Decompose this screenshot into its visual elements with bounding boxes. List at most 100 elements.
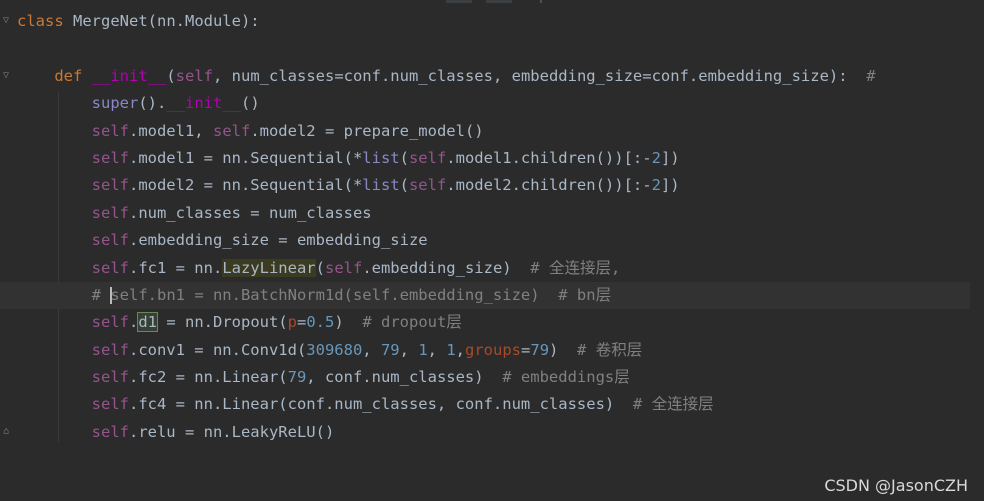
- code-token: ,: [455, 340, 466, 359]
- code-token: self: [91, 422, 129, 441]
- code-line[interactable]: self.model2 = nn.Sequential(*list(self.m…: [0, 172, 984, 199]
- code-token: #: [91, 285, 111, 304]
- code-line[interactable]: ▽ class MergeNet(nn.Module):: [0, 8, 984, 35]
- code-line[interactable]: # self.bn1 = nn.BatchNorm1d(self.embeddi…: [0, 281, 984, 310]
- code-line[interactable]: self.model1 = nn.Sequential(*list(self.m…: [0, 145, 984, 172]
- code-token: list: [362, 148, 400, 167]
- code-line[interactable]: self.fc1 = nn.LazyLinear(self.embedding_…: [0, 255, 984, 282]
- code-text: self.fc2 = nn.Linear(79, conf.num_classe…: [17, 364, 630, 391]
- code-text: self.num_classes = num_classes: [17, 200, 372, 227]
- code-token: 0.5: [306, 313, 335, 332]
- code-token: # 全连接层: [632, 395, 714, 414]
- fold-toggle-icon[interactable]: ▽: [3, 16, 12, 26]
- code-token: # 全连接层,: [530, 258, 621, 277]
- code-token: 79: [380, 340, 400, 359]
- code-token: self: [175, 66, 213, 85]
- code-token: self: [91, 176, 129, 195]
- code-token: self: [91, 231, 129, 250]
- code-text: self.model1 = nn.Sequential(*list(self.m…: [17, 145, 680, 172]
- code-text: class MergeNet(nn.Module):: [17, 8, 260, 35]
- code-token: (: [166, 66, 176, 85]
- code-token: .conv1 = nn.Conv1d(: [128, 340, 307, 359]
- code-token: self: [91, 121, 129, 140]
- vertical-scrollbar[interactable]: [970, 8, 984, 501]
- code-line[interactable]: [0, 35, 984, 62]
- code-line[interactable]: self.fc2 = nn.Linear(79, conf.num_classe…: [0, 364, 984, 391]
- code-token: # embeddings层: [502, 368, 630, 387]
- code-token: .fc4 = nn.Linear(conf.num_classes, conf.…: [128, 395, 633, 414]
- code-token: # 卷积层: [577, 340, 643, 359]
- code-token: self: [91, 313, 129, 332]
- code-line[interactable]: ⌂ self.relu = nn.LeakyReLU(): [0, 419, 984, 446]
- code-token: def: [54, 66, 83, 85]
- code-line[interactable]: self.d1 = nn.Dropout(p=0.5) # dropout层: [0, 309, 984, 336]
- tab-divider: [540, 0, 542, 3]
- code-token: =: [297, 313, 307, 332]
- code-token: self: [91, 340, 129, 359]
- code-token: =: [521, 340, 531, 359]
- code-token: .fc1 = nn.: [128, 258, 223, 277]
- code-token: __init__: [166, 94, 241, 113]
- code-line[interactable]: self.fc4 = nn.Linear(conf.num_classes, c…: [0, 391, 984, 418]
- code-text: self.d1 = nn.Dropout(p=0.5) # dropout层: [17, 309, 462, 336]
- code-token: , conf.num_classes): [306, 368, 503, 387]
- code-token: ]): [660, 176, 680, 195]
- code-token: ): [334, 313, 363, 332]
- code-token: .model2 = prepare_model(): [250, 121, 484, 140]
- fold-toggle-icon[interactable]: ▽: [3, 70, 12, 81]
- tab-edge[interactable]: [446, 0, 472, 3]
- code-token: ]): [660, 148, 680, 167]
- code-editor[interactable]: ▽ class MergeNet(nn.Module): ▽ def __init_…: [0, 8, 984, 446]
- code-text: self.fc4 = nn.Linear(conf.num_classes, c…: [17, 391, 714, 418]
- code-line[interactable]: self.embedding_size = embedding_size: [0, 227, 984, 254]
- code-token: self: [91, 395, 129, 414]
- code-text: self.relu = nn.LeakyReLU(): [17, 419, 335, 446]
- code-line[interactable]: self.num_classes = num_classes: [0, 200, 984, 227]
- code-line[interactable]: super().__init__(): [0, 90, 984, 117]
- code-token: ,: [362, 340, 381, 359]
- code-token: p: [287, 313, 297, 332]
- code-token: self: [212, 121, 251, 140]
- code-token: groups: [465, 340, 522, 359]
- watermark-label: CSDN @JasonCZH: [824, 476, 968, 495]
- code-text: self.model2 = nn.Sequential(*list(self.m…: [17, 172, 680, 199]
- code-token: .model1,: [128, 121, 213, 140]
- code-token: .model1 = nn.Sequential(*: [128, 148, 363, 167]
- tab-edge[interactable]: [486, 0, 512, 3]
- code-token: MergeNet(nn.Module):: [63, 12, 260, 30]
- code-text: self.model1, self.model2 = prepare_model…: [17, 118, 484, 145]
- code-token: # dropout层: [362, 313, 462, 332]
- code-line[interactable]: self.model1, self.model2 = prepare_model…: [0, 118, 984, 145]
- code-token: 2: [651, 176, 661, 195]
- code-token: 2: [651, 148, 661, 167]
- code-token: list: [362, 176, 400, 195]
- code-text: self.embedding_size = embedding_size: [17, 227, 428, 254]
- code-text: # self.bn1 = nn.BatchNorm1d(self.embeddi…: [17, 282, 611, 309]
- code-text: def __init__(self, num_classes=conf.num_…: [17, 63, 876, 90]
- code-token: .model2 = nn.Sequential(*: [128, 176, 363, 195]
- code-token: #: [866, 66, 876, 85]
- code-token: LazyLinear: [222, 258, 316, 277]
- code-line[interactable]: self.conv1 = nn.Conv1d(309680, 79, 1, 1,…: [0, 337, 984, 364]
- code-token: self: [408, 148, 447, 167]
- code-line[interactable]: ▽ def __init__(self, num_classes=conf.nu…: [0, 63, 984, 90]
- code-token: ,: [399, 340, 419, 359]
- code-token: self: [91, 203, 129, 222]
- code-token: .fc2 = nn.Linear(: [128, 368, 288, 387]
- code-token: .embedding_size = embedding_size: [128, 231, 428, 250]
- code-token: , num_classes=conf.num_classes, embeddin…: [213, 66, 867, 85]
- code-token: __init__: [91, 66, 167, 85]
- code-token: 309680: [306, 340, 363, 359]
- code-token: .num_classes = num_classes: [128, 203, 372, 222]
- code-token: (: [315, 258, 325, 277]
- fold-end-icon[interactable]: ⌂: [3, 426, 12, 437]
